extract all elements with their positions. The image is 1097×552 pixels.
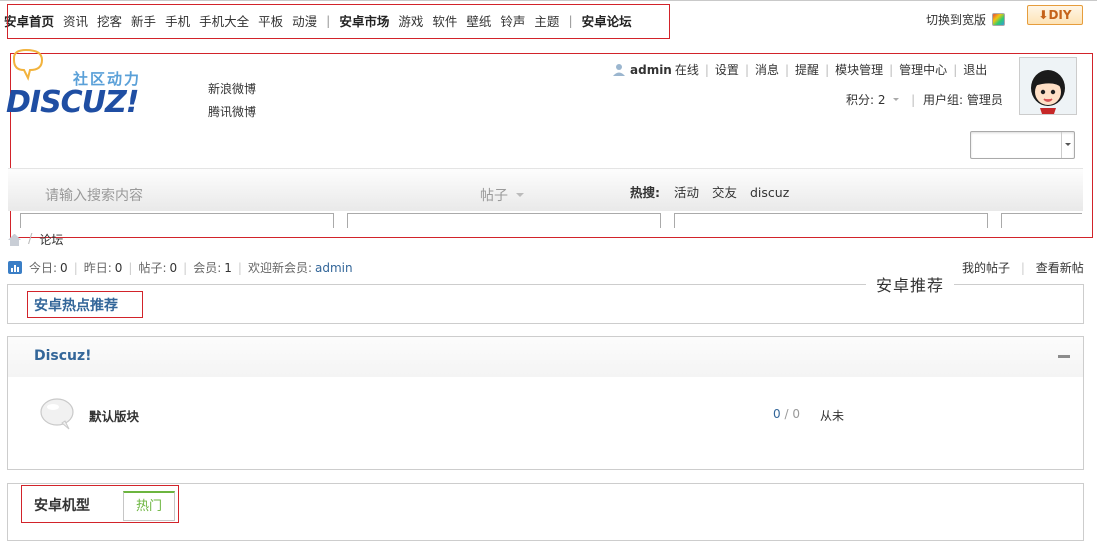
forum-name-link[interactable]: 默认版块 xyxy=(89,406,139,425)
weibo-links: 新浪微博 腾讯微博 xyxy=(208,78,256,124)
forum-counts: 0 / 0 xyxy=(773,407,800,421)
diy-label: DIY xyxy=(1048,8,1072,22)
last-post: 从未 xyxy=(820,409,845,423)
usergroup-label: 用户组: 管理员 xyxy=(923,93,1003,107)
members-label: 会员: xyxy=(193,261,222,275)
stats-divider: | xyxy=(73,260,78,275)
nav-input-box[interactable] xyxy=(1001,213,1082,228)
today-count: 0 xyxy=(60,260,68,275)
forum-stats: 今日: 0 | 昨日: 0 | 帖子: 0 | 会员: 1 | 欢迎新会员: a… xyxy=(8,259,353,276)
chevron-down-icon xyxy=(893,97,900,104)
hot-search-label: 热搜: xyxy=(630,185,660,200)
category-header xyxy=(8,337,1083,377)
yesterday-count: 0 xyxy=(114,260,123,275)
search-bar xyxy=(8,168,1083,211)
stats-chart-icon[interactable] xyxy=(8,261,22,274)
nav-input-box[interactable] xyxy=(347,213,661,228)
nav-divider: | xyxy=(704,62,709,77)
nav-input-box[interactable] xyxy=(20,213,334,228)
admin-center-link[interactable]: 管理中心 xyxy=(899,61,947,78)
online-status: 在线 xyxy=(674,63,699,77)
messages-link[interactable]: 消息 xyxy=(755,61,779,78)
hot-keyword-link[interactable]: 交友 xyxy=(712,185,737,200)
user-icon xyxy=(613,63,625,76)
nav-divider: | xyxy=(911,93,916,107)
logo-text: DISCUZ! xyxy=(6,85,139,120)
search-type-select[interactable]: 帖子 xyxy=(480,185,524,205)
search-input[interactable]: 请输入搜索内容 xyxy=(45,185,143,205)
color-swatch-icon xyxy=(992,13,1006,26)
highlight-hot-recommend xyxy=(27,291,143,318)
hot-keyword-link[interactable]: 活动 xyxy=(674,185,699,200)
members-count: 1 xyxy=(224,260,232,275)
switch-wide-button[interactable]: 切换到宽版 xyxy=(926,11,1006,28)
new-member-link[interactable]: admin xyxy=(315,261,353,275)
logout-link[interactable]: 退出 xyxy=(963,61,987,78)
nav-divider: | xyxy=(825,62,830,77)
download-arrow-icon: ⬇ xyxy=(1038,8,1049,22)
nav-divider: | xyxy=(889,62,894,77)
breadcrumb-separator: / xyxy=(28,232,33,247)
breadcrumb: / 论坛 xyxy=(8,231,63,248)
breadcrumb-current[interactable]: 论坛 xyxy=(39,231,63,248)
credits-dropdown[interactable]: 积分: 2 xyxy=(846,93,886,107)
posts-label: 帖子: xyxy=(138,261,167,275)
user-nav: admin 在线 | 设置 | 消息 | 提醒 | 模块管理 | 管理中心 | … xyxy=(612,61,987,78)
credit-line: 积分: 2 | 用户组: 管理员 xyxy=(846,91,1003,108)
quick-nav-select[interactable] xyxy=(970,131,1075,159)
sina-weibo-link[interactable]: 新浪微博 xyxy=(208,78,256,101)
hot-keyword-link[interactable]: discuz xyxy=(750,185,789,200)
switch-wide-label: 切换到宽版 xyxy=(926,13,987,27)
username-link[interactable]: admin xyxy=(630,63,672,77)
nav-divider: | xyxy=(953,62,958,77)
hot-search: 热搜: 活动 交友 discuz xyxy=(630,182,798,201)
stats-divider: | xyxy=(237,260,242,275)
stats-divider: | xyxy=(183,260,188,275)
diy-button[interactable]: ⬇DIY xyxy=(1027,5,1083,25)
thread-count: 0 xyxy=(773,407,781,421)
avatar[interactable] xyxy=(1019,57,1077,115)
category-title[interactable]: Discuz! xyxy=(34,348,92,364)
discuz-logo[interactable]: 社区动力 DISCUZ! xyxy=(6,48,156,120)
forum-speech-bubble-icon[interactable] xyxy=(40,398,74,430)
chevron-down-icon xyxy=(1061,132,1074,158)
recommend-heading: 安卓推荐 xyxy=(866,272,955,296)
nav-divider: | xyxy=(785,62,790,77)
tencent-weibo-link[interactable]: 腾讯微博 xyxy=(208,101,256,124)
highlight-models xyxy=(21,485,179,523)
stats-divider: | xyxy=(128,260,133,275)
my-posts-link[interactable]: 我的帖子 xyxy=(962,261,1010,275)
post-count: 0 xyxy=(792,407,800,421)
links-divider: | xyxy=(1020,261,1025,275)
yesterday-label: 昨日: xyxy=(83,261,112,275)
reminders-link[interactable]: 提醒 xyxy=(795,61,819,78)
settings-link[interactable]: 设置 xyxy=(715,61,739,78)
new-posts-link[interactable]: 查看新帖 xyxy=(1036,261,1084,275)
highlight-top-nav xyxy=(7,4,670,39)
module-management-link[interactable]: 模块管理 xyxy=(835,61,883,78)
home-icon[interactable] xyxy=(8,233,21,246)
avatar-face-icon xyxy=(1031,70,1065,114)
today-label: 今日: xyxy=(29,261,58,275)
post-links: 我的帖子 | 查看新帖 xyxy=(962,259,1084,276)
nav-input-box[interactable] xyxy=(674,213,988,228)
nav-divider: | xyxy=(744,62,749,77)
welcome-label: 欢迎新会员: xyxy=(247,261,312,275)
collapse-icon[interactable] xyxy=(1058,355,1070,358)
posts-count: 0 xyxy=(169,260,178,275)
